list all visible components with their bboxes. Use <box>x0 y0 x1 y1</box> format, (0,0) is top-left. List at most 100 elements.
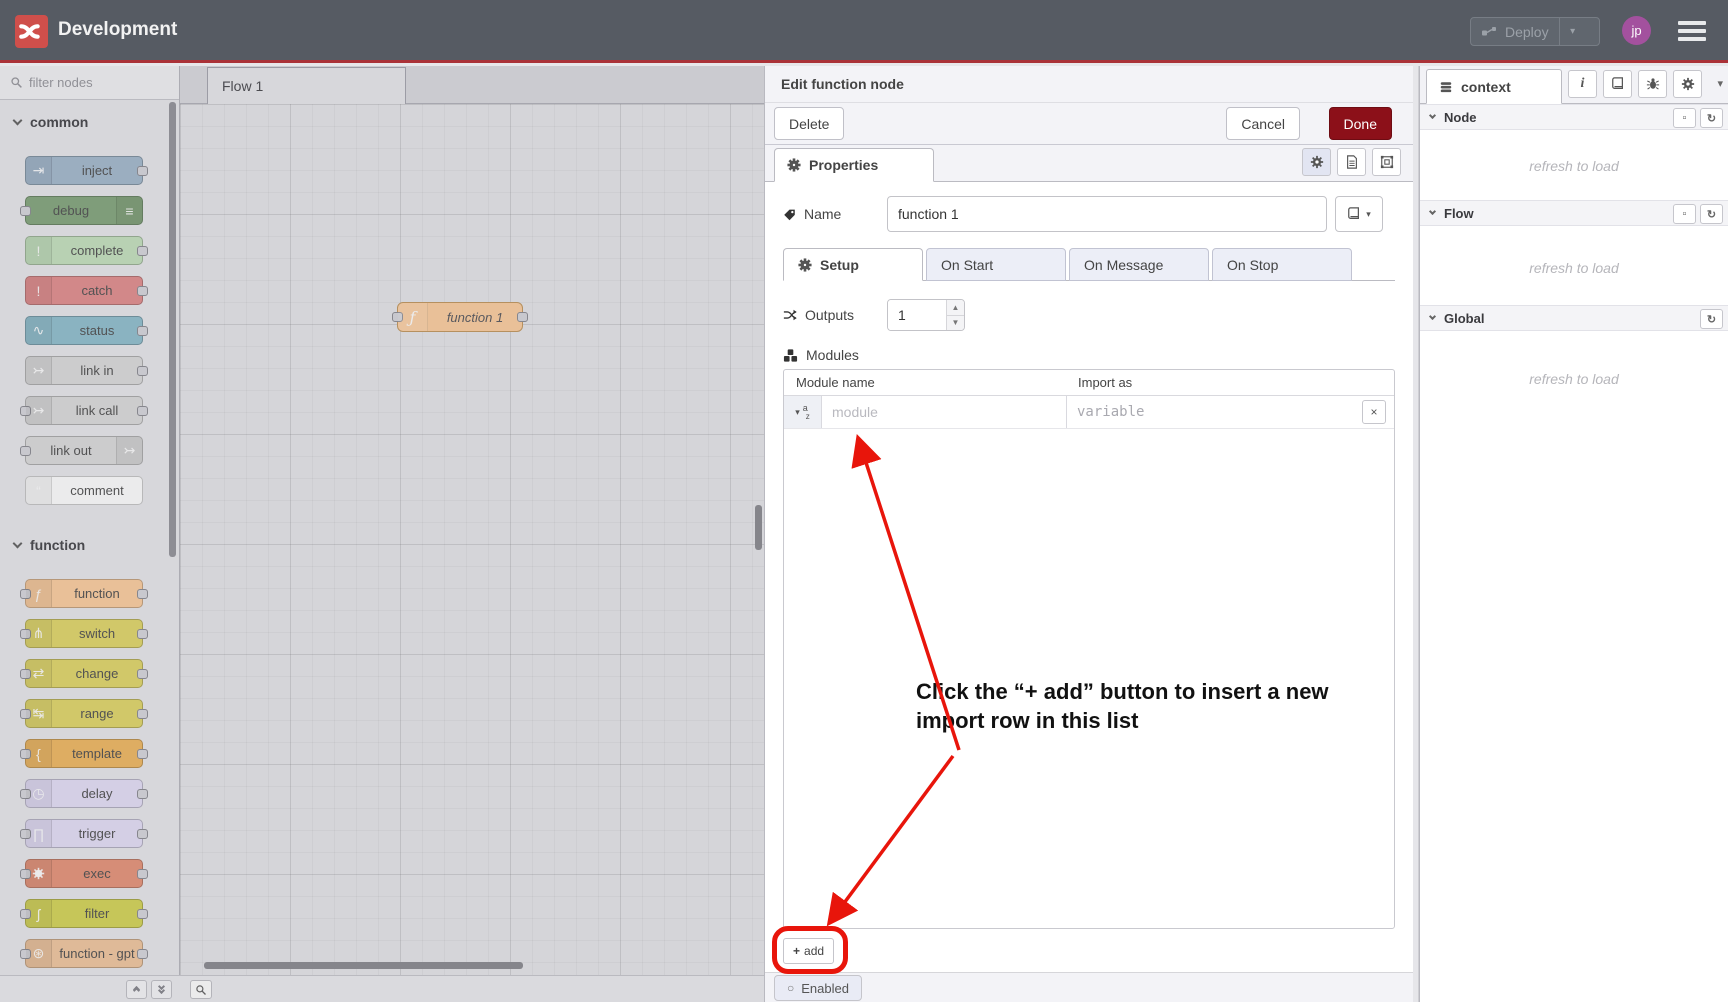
palette-node-catch[interactable]: !catch <box>25 276 143 305</box>
refresh-global-button[interactable]: ↻ <box>1700 309 1723 329</box>
palette-node-comment[interactable]: “comment <box>25 476 143 505</box>
cancel-button[interactable]: Cancel <box>1226 107 1300 140</box>
canvas-vertical-scrollbar[interactable] <box>755 505 762 550</box>
debug-tab-button[interactable] <box>1638 70 1667 98</box>
node-port-right[interactable] <box>137 749 148 759</box>
palette-node-function---gpt[interactable]: ⊛function - gpt <box>25 939 143 968</box>
col-import-as: Import as <box>1066 375 1394 390</box>
tab-context[interactable]: context <box>1426 69 1562 104</box>
palette-footer <box>0 975 180 1002</box>
spinner-down-icon[interactable]: ▼ <box>947 316 964 331</box>
palette-node-complete[interactable]: !complete <box>25 236 143 265</box>
refresh-node-button[interactable]: ↻ <box>1700 108 1723 128</box>
palette-section-function[interactable]: function <box>0 531 179 559</box>
context-sidebar: context i ▾ Node ▫ ↻ refresh to load Flo… <box>1419 66 1728 1002</box>
node-port-right[interactable] <box>137 669 148 679</box>
expand-all-button[interactable] <box>151 980 172 999</box>
palette-node-range[interactable]: ↹range <box>25 699 143 728</box>
palette-node-link-call[interactable]: ↣link call <box>25 396 143 425</box>
canvas-horizontal-scrollbar[interactable] <box>204 962 523 969</box>
palette-node-link-out[interactable]: ↣link out <box>25 436 143 465</box>
node-port-right[interactable] <box>517 312 528 322</box>
import-as-input[interactable] <box>1077 404 1340 420</box>
info-tab-button[interactable]: i <box>1568 70 1597 98</box>
palette-search[interactable]: filter nodes <box>0 66 179 100</box>
palette-node-delay[interactable]: ◷delay <box>25 779 143 808</box>
global-context-body: refresh to load <box>1420 331 1728 451</box>
node-port-right[interactable] <box>137 366 148 376</box>
node-port-right[interactable] <box>137 589 148 599</box>
chevron-down-icon <box>13 116 23 126</box>
palette-node-trigger[interactable]: ∏trigger <box>25 819 143 848</box>
node-port-right[interactable] <box>137 326 148 336</box>
canvas-grid[interactable]: ƒ function 1 <box>180 104 764 975</box>
spinner-up-icon[interactable]: ▲ <box>947 300 964 316</box>
tab-on-message[interactable]: On Message <box>1069 248 1209 281</box>
palette-node-inject[interactable]: ⇥inject <box>25 156 143 185</box>
palette-node-function[interactable]: ƒfunction <box>25 579 143 608</box>
node-port-right[interactable] <box>137 406 148 416</box>
outputs-input[interactable] <box>888 300 946 330</box>
remove-row-button[interactable]: × <box>1362 400 1386 424</box>
node-port-right[interactable] <box>137 709 148 719</box>
deploy-button[interactable]: Deploy ▾ <box>1470 17 1600 46</box>
description-button[interactable] <box>1337 148 1366 176</box>
name-input[interactable] <box>887 196 1327 232</box>
section-global[interactable]: Global ↻ <box>1420 305 1728 331</box>
flow-tab[interactable]: Flow 1 <box>207 67 406 104</box>
enabled-toggle[interactable]: ○ Enabled <box>774 975 862 1001</box>
add-module-button[interactable]: +add <box>783 938 834 964</box>
section-flow[interactable]: Flow ▫ ↻ <box>1420 200 1728 226</box>
outputs-spinner[interactable]: ▲ ▼ <box>887 299 965 331</box>
config-tab-button[interactable] <box>1673 70 1702 98</box>
palette-node-status[interactable]: ∿status <box>25 316 143 345</box>
node-port-right[interactable] <box>137 829 148 839</box>
node-port-right[interactable] <box>137 246 148 256</box>
node-port-right[interactable] <box>137 629 148 639</box>
node-label: trigger <box>52 820 142 847</box>
tab-setup[interactable]: Setup <box>783 248 923 281</box>
module-row-handle[interactable]: ▾ az <box>784 396 822 428</box>
node-port-right[interactable] <box>137 166 148 176</box>
palette-node-change[interactable]: ⇄change <box>25 659 143 688</box>
palette-node-exec[interactable]: exec <box>25 859 143 888</box>
palette-node-debug[interactable]: ≡debug <box>25 196 143 225</box>
canvas-search-button[interactable] <box>190 980 212 999</box>
canvas-node-function-1[interactable]: ƒ function 1 <box>397 302 523 332</box>
circle-icon: ○ <box>787 981 794 995</box>
palette-node-link-in[interactable]: ↣link in <box>25 356 143 385</box>
node-port-right[interactable] <box>137 909 148 919</box>
palette-node-switch[interactable]: ⋔switch <box>25 619 143 648</box>
done-button[interactable]: Done <box>1329 107 1392 140</box>
node-port-right[interactable] <box>137 949 148 959</box>
collapse-section-button[interactable]: ▫ <box>1673 204 1696 224</box>
label-style-button[interactable]: ▾ <box>1335 196 1383 232</box>
node-port-right[interactable] <box>137 789 148 799</box>
deploy-caret-icon[interactable]: ▾ <box>1560 26 1586 37</box>
appearance-button[interactable] <box>1372 148 1401 176</box>
refresh-flow-button[interactable]: ↻ <box>1700 204 1723 224</box>
main-menu-button[interactable] <box>1678 21 1706 41</box>
collapse-all-button[interactable] <box>126 980 147 999</box>
help-tab-button[interactable] <box>1603 70 1632 98</box>
collapse-section-button[interactable]: ▫ <box>1673 108 1696 128</box>
tab-on-stop[interactable]: On Stop <box>1212 248 1352 281</box>
deploy-label: Deploy <box>1505 24 1549 40</box>
tab-on-start[interactable]: On Start <box>926 248 1066 281</box>
user-avatar[interactable]: jp <box>1622 16 1651 45</box>
edit-properties-button[interactable] <box>1302 148 1331 176</box>
palette-node-filter[interactable]: ʃfilter <box>25 899 143 928</box>
node-label: inject <box>52 157 142 184</box>
palette-scrollbar[interactable] <box>169 102 176 557</box>
tab-properties[interactable]: Properties <box>774 148 934 182</box>
palette-section-common[interactable]: common <box>0 108 179 136</box>
node-palette: filter nodes common ⇥inject ≡debug !comple… <box>0 66 180 1002</box>
module-name-input[interactable] <box>832 404 1054 420</box>
node-port-right[interactable] <box>137 286 148 296</box>
delete-button[interactable]: Delete <box>774 107 844 140</box>
palette-node-template[interactable]: {template <box>25 739 143 768</box>
sidebar-menu-caret[interactable]: ▾ <box>1717 77 1723 90</box>
flow-canvas[interactable]: Flow 1 ƒ function 1 <box>180 66 764 1002</box>
node-port-right[interactable] <box>137 869 148 879</box>
section-node[interactable]: Node ▫ ↻ <box>1420 104 1728 130</box>
